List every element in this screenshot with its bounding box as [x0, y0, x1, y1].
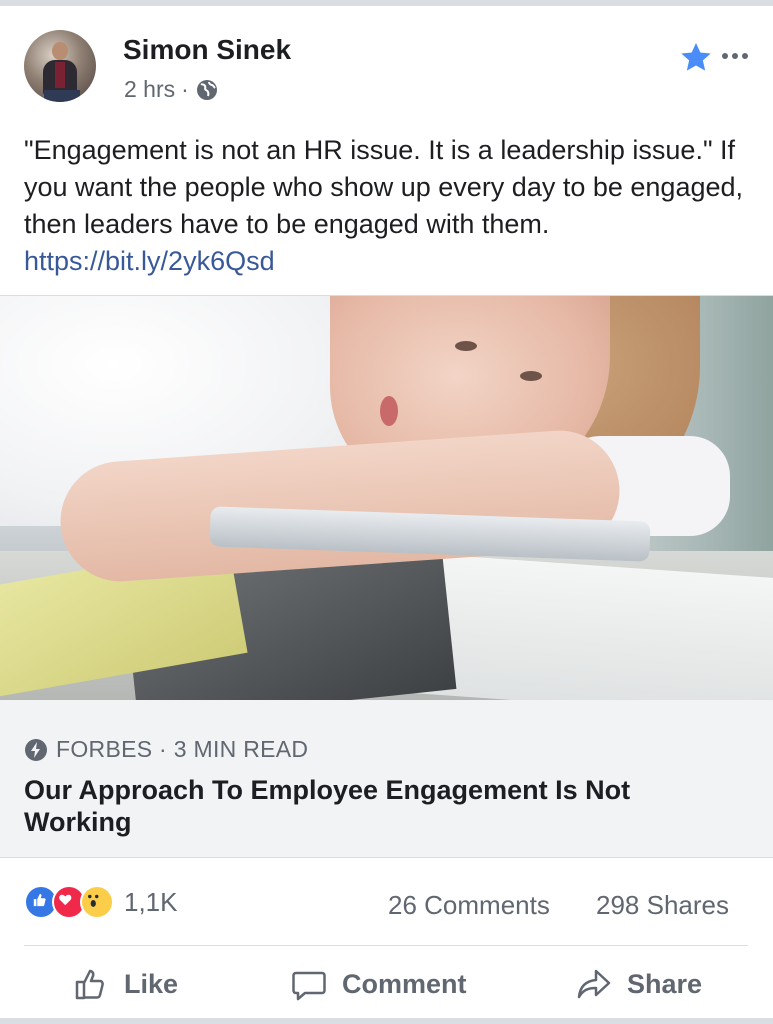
- feed-post: Simon Sinek 2 hrs · "Engagement is not a…: [0, 6, 773, 1018]
- post-text: "Engagement is not an HR issue. It is a …: [24, 132, 749, 280]
- author-name[interactable]: Simon Sinek: [123, 34, 291, 66]
- avatar-shirt: [55, 62, 65, 88]
- feed-separator-bottom: [0, 1018, 773, 1024]
- more-icon[interactable]: [720, 48, 750, 64]
- link-preview-info[interactable]: FORBES · 3 MIN READ Our Approach To Empl…: [0, 700, 773, 858]
- comments-count[interactable]: 26 Comments: [388, 890, 550, 921]
- star-icon[interactable]: [678, 40, 714, 76]
- post-stats: 1,1K 26 Comments 298 Shares: [0, 861, 773, 941]
- post-meta: 2 hrs ·: [124, 76, 219, 103]
- preview-image[interactable]: [0, 295, 773, 701]
- post-header: Simon Sinek 2 hrs ·: [0, 6, 773, 116]
- like-label: Like: [124, 968, 179, 999]
- post-link[interactable]: https://bit.ly/2yk6Qsd: [24, 246, 275, 276]
- reaction-count: 1,1K: [124, 886, 178, 917]
- share-label: Share: [627, 968, 703, 999]
- image-eye: [455, 341, 477, 351]
- thumbs-up-icon: [75, 969, 104, 1000]
- post-time[interactable]: 2 hrs: [124, 76, 175, 103]
- comment-icon: [292, 971, 326, 1001]
- globe-icon[interactable]: [195, 78, 219, 102]
- like-button[interactable]: Like: [72, 965, 178, 1003]
- share-icon: [577, 969, 611, 999]
- image-lips: [380, 396, 398, 426]
- post-body: "Engagement is not an HR issue. It is a …: [24, 135, 744, 239]
- comment-label: Comment: [342, 968, 467, 999]
- share-button[interactable]: Share: [575, 965, 702, 1003]
- shares-count[interactable]: 298 Shares: [596, 890, 729, 921]
- post-actions: Like Comment Share: [0, 947, 773, 1024]
- divider: [24, 945, 748, 946]
- comment-button[interactable]: Comment: [290, 965, 467, 1003]
- avatar-legs: [44, 90, 80, 102]
- preview-title[interactable]: Our Approach To Employee Engagement Is N…: [24, 774, 724, 838]
- image-eye: [520, 371, 542, 381]
- reactions-summary[interactable]: 1,1K: [24, 885, 178, 919]
- bolt-icon: [25, 738, 47, 761]
- preview-source-row: FORBES · 3 MIN READ: [24, 736, 308, 763]
- preview-source: FORBES · 3 MIN READ: [56, 736, 309, 762]
- wow-reaction-icon: [80, 885, 114, 919]
- avatar-head: [52, 42, 68, 60]
- avatar[interactable]: [24, 30, 96, 102]
- meta-separator: ·: [181, 76, 189, 102]
